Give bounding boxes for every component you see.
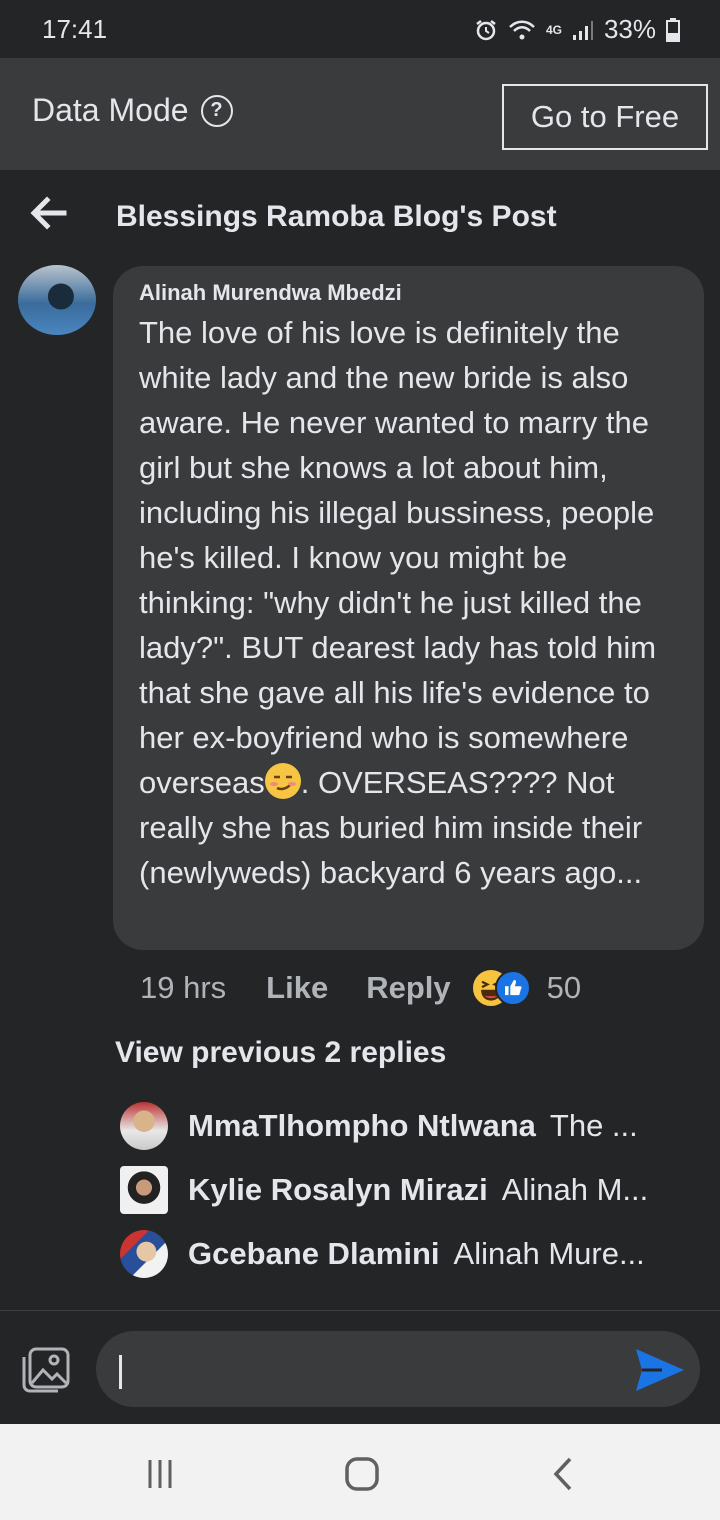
reply-snippet: The ... [549,1108,638,1143]
smirk-emoji-icon [264,763,301,799]
battery-icon [666,17,680,42]
comment-bubble[interactable]: Alinah Murendwa Mbedzi The love of his l… [113,266,704,950]
reply-item[interactable]: MmaTlhompho Ntlwana The ... [120,1101,680,1151]
help-icon[interactable]: ? [200,94,233,127]
system-navigation-bar [0,1424,720,1520]
like-reaction-icon [494,970,531,1006]
back-nav-icon[interactable] [544,1454,584,1494]
comment-composer [0,1310,720,1424]
comment-input[interactable] [96,1331,700,1407]
wifi-icon [509,20,535,39]
commenter-avatar[interactable] [18,265,96,335]
data-mode-bar: Data Mode ? Go to Free [0,58,720,170]
page-title: Blessings Ramoba Blog's Post [116,200,557,233]
comment-author[interactable]: Alinah Murendwa Mbedzi [139,278,682,308]
like-button[interactable]: Like [266,970,328,1006]
reply-snippet: Alinah M... [501,1172,649,1207]
reply-avatar[interactable] [120,1230,168,1278]
reply-avatar[interactable] [120,1166,168,1214]
reply-author[interactable]: MmaTlhompho Ntlwana [188,1108,536,1144]
reply-author[interactable]: Gcebane Dlamini [188,1236,440,1272]
photo-icon[interactable] [20,1345,72,1395]
view-previous-replies-link[interactable]: View previous 2 replies [115,1036,446,1070]
go-to-free-button[interactable]: Go to Free [502,84,708,150]
reply-button[interactable]: Reply [366,970,450,1006]
comment-text-part1: The love of his love is definitely the w… [139,315,657,800]
comment-text: The love of his love is definitely the w… [139,310,682,895]
signal-icon [572,20,593,40]
home-icon[interactable] [342,1454,382,1494]
battery-percent: 33% [603,14,656,44]
status-time: 17:41 [42,14,108,44]
data-mode-title: Data Mode ? [32,92,233,129]
reply-item[interactable]: Gcebane Dlamini Alinah Mure... [120,1229,680,1279]
post-header: Blessings Ramoba Blog's Post [0,170,720,262]
status-icons: 4G 33% [474,14,680,45]
alarm-icon [476,19,496,40]
comment-actions: 19 hrs Like Reply 50 [140,963,581,1013]
status-bar: 17:41 4G 33% [0,0,720,58]
reply-item[interactable]: Kylie Rosalyn Mirazi Alinah M... [120,1165,680,1215]
text-cursor [119,1355,122,1389]
reply-author[interactable]: Kylie Rosalyn Mirazi [188,1172,488,1208]
reply-avatar[interactable] [120,1102,168,1150]
reaction-count[interactable]: 50 [547,970,581,1006]
back-arrow-icon[interactable] [28,192,70,234]
data-mode-label: Data Mode [32,92,189,128]
reply-snippet: Alinah Mure... [453,1236,645,1271]
comment-time: 19 hrs [140,970,227,1005]
send-icon[interactable] [634,1347,686,1393]
recent-apps-icon[interactable] [140,1454,180,1494]
network-type: 4G [545,22,562,37]
reactions[interactable] [470,968,537,1008]
